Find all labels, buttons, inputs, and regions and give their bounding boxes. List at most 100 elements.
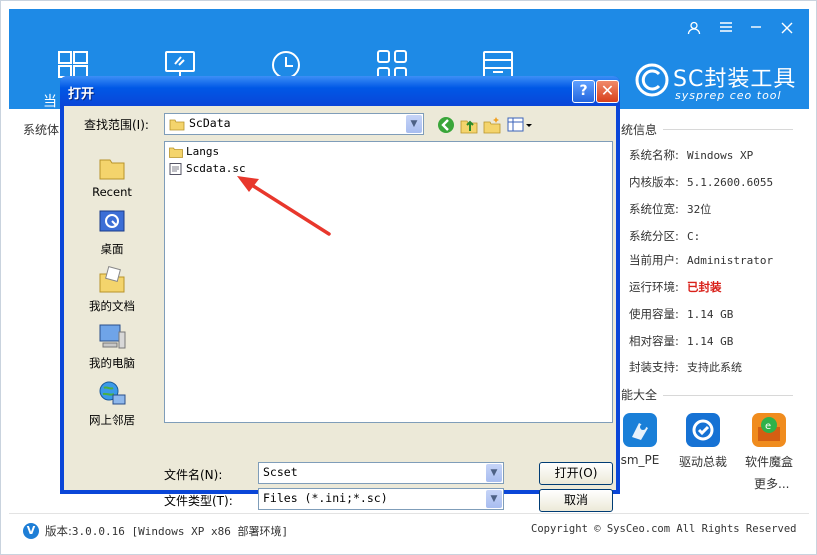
cancel-button[interactable]: 取消 xyxy=(539,489,613,512)
help-button[interactable]: ? xyxy=(572,80,595,103)
place-label: 我的电脑 xyxy=(89,356,135,370)
dialog-titlebar[interactable]: 打开 ? ✕ xyxy=(60,76,620,106)
filename-input[interactable]: Scset ▼ xyxy=(258,462,504,484)
filename-label: 文件名(N): xyxy=(164,468,223,482)
tool-driver[interactable]: 驱动总裁 xyxy=(677,413,729,470)
version-icon: V xyxy=(23,523,39,539)
place-label: Recent xyxy=(92,185,132,199)
chevron-down-icon[interactable]: ▼ xyxy=(486,490,502,508)
dialog-body: 查找范围(I): ScData ▼ Recent 桌面 我的文档 我的电脑 网上… xyxy=(64,106,616,512)
info-row: 内核版本: 5.1.2600.6055 xyxy=(629,174,773,190)
divider xyxy=(663,129,793,130)
info-row: 封装支持: 支持此系统 xyxy=(629,359,742,375)
look-in-value: ScData xyxy=(189,116,231,130)
place-my-computer[interactable]: 我的电脑 xyxy=(72,322,152,371)
pe-icon xyxy=(623,413,657,447)
back-icon[interactable] xyxy=(437,116,455,134)
up-folder-icon[interactable] xyxy=(460,116,478,134)
info-row: 运行环境: 已封装 xyxy=(629,279,722,295)
place-recent[interactable]: Recent xyxy=(72,152,152,199)
chevron-down-icon[interactable]: ▼ xyxy=(486,464,502,482)
menu-icon[interactable] xyxy=(716,21,736,37)
info-key: 运行环境: xyxy=(629,280,679,294)
folder-icon xyxy=(169,119,185,131)
user-icon[interactable] xyxy=(684,21,704,37)
info-row: 当前用户: Administrator xyxy=(629,252,773,268)
info-row: 相对容量: 1.14 GB xyxy=(629,333,733,349)
places-bar: Recent 桌面 我的文档 我的电脑 网上邻居 xyxy=(72,140,152,478)
info-value: Administrator xyxy=(687,254,774,267)
place-label: 我的文档 xyxy=(89,299,135,313)
info-row: 系统分区: C: xyxy=(629,228,700,244)
desktop-icon xyxy=(97,208,127,238)
place-my-documents[interactable]: 我的文档 xyxy=(72,265,152,314)
my-documents-icon xyxy=(97,265,127,295)
open-button[interactable]: 打开(O) xyxy=(539,462,613,485)
view-menu-icon[interactable] xyxy=(507,116,533,134)
app-window: 当 SC封装工具 sysprep ceo tool 系统体 统信息 系统名称: W… xyxy=(0,0,817,555)
open-dialog: 打开 ? ✕ 查找范围(I): ScData ▼ Recent 桌面 我的文档 … xyxy=(60,76,620,512)
tool-sm-pe[interactable]: sm_PE xyxy=(620,413,660,467)
status-value: 已封装 xyxy=(687,280,722,294)
file-icon xyxy=(169,163,183,175)
info-row: 使用容量: 1.14 GB xyxy=(629,306,733,322)
system-info-title: 统信息 xyxy=(621,123,658,137)
info-key: 内核版本: xyxy=(629,175,679,189)
info-key: 封装支持: xyxy=(629,360,679,374)
info-value: 32位 xyxy=(687,203,712,216)
dialog-close-button[interactable]: ✕ xyxy=(596,80,619,103)
info-key: 使用容量: xyxy=(629,307,679,321)
version-label: 版本: xyxy=(45,524,72,538)
sc-logo: SC封装工具 sysprep ceo tool xyxy=(629,59,809,109)
place-desktop[interactable]: 桌面 xyxy=(72,208,152,257)
filetype-value: Files (*.ini;*.sc) xyxy=(263,491,388,505)
svg-text:e: e xyxy=(765,421,771,432)
network-places-icon xyxy=(97,379,127,409)
logo-subtitle: sysprep ceo tool xyxy=(675,89,782,102)
look-in-label: 查找范围(I): xyxy=(84,118,149,132)
version-value: 3.0.0.16 [Windows XP x86 部署环境] xyxy=(71,525,289,538)
info-value: 支持此系统 xyxy=(687,361,742,374)
new-folder-icon[interactable] xyxy=(483,116,501,134)
look-in-combo[interactable]: ScData ▼ xyxy=(164,113,424,135)
info-value: 1.14 GB xyxy=(687,335,734,348)
folder-icon xyxy=(169,146,183,158)
info-row: 系统位宽: 32位 xyxy=(629,201,711,217)
place-label: 网上邻居 xyxy=(89,413,135,427)
file-list[interactable]: Langs Scdata.sc xyxy=(164,141,613,423)
info-value: 1.14 GB xyxy=(687,308,734,321)
divider xyxy=(9,513,809,514)
close-icon[interactable] xyxy=(777,21,797,37)
more-link[interactable]: 更多... xyxy=(754,475,789,492)
filename-value: Scset xyxy=(263,465,298,479)
info-value: Windows XP xyxy=(687,149,754,162)
place-label: 桌面 xyxy=(100,242,124,256)
place-network[interactable]: 网上邻居 xyxy=(72,379,152,428)
copyright: Copyright © SysCeo.com All Rights Reserv… xyxy=(531,523,797,535)
filetype-select[interactable]: Files (*.ini;*.sc) ▼ xyxy=(258,488,504,510)
info-value: C: xyxy=(687,230,701,243)
info-row: 系统名称: Windows XP xyxy=(629,147,753,163)
version-text: 版本:3.0.0.16 [Windows XP x86 部署环境] xyxy=(45,523,288,539)
logo-icon xyxy=(635,63,669,97)
chevron-down-icon[interactable]: ▼ xyxy=(406,115,422,133)
tool-label: 软件魔盒 xyxy=(744,455,793,469)
file-name: Langs xyxy=(186,145,220,158)
tool-software-box[interactable]: e 软件魔盒 xyxy=(743,413,795,470)
tool-label: sm_PE xyxy=(620,453,660,467)
section-system-title: 系统体 xyxy=(23,123,60,137)
info-key: 相对容量: xyxy=(629,334,679,348)
recent-icon xyxy=(97,152,127,182)
driver-icon xyxy=(686,413,720,447)
dialog-title: 打开 xyxy=(68,87,95,102)
my-computer-icon xyxy=(97,322,127,352)
nav-tab-current[interactable]: 当 xyxy=(43,91,57,111)
info-key: 系统分区: xyxy=(629,229,679,243)
info-key: 系统位宽: xyxy=(629,202,679,216)
minimize-icon[interactable] xyxy=(746,21,766,37)
tools-title: 能大全 xyxy=(621,388,658,402)
list-item[interactable]: Langs xyxy=(169,145,219,158)
info-key: 当前用户: xyxy=(629,253,679,267)
info-key: 系统名称: xyxy=(629,148,679,162)
filetype-label: 文件类型(T): xyxy=(164,494,233,508)
